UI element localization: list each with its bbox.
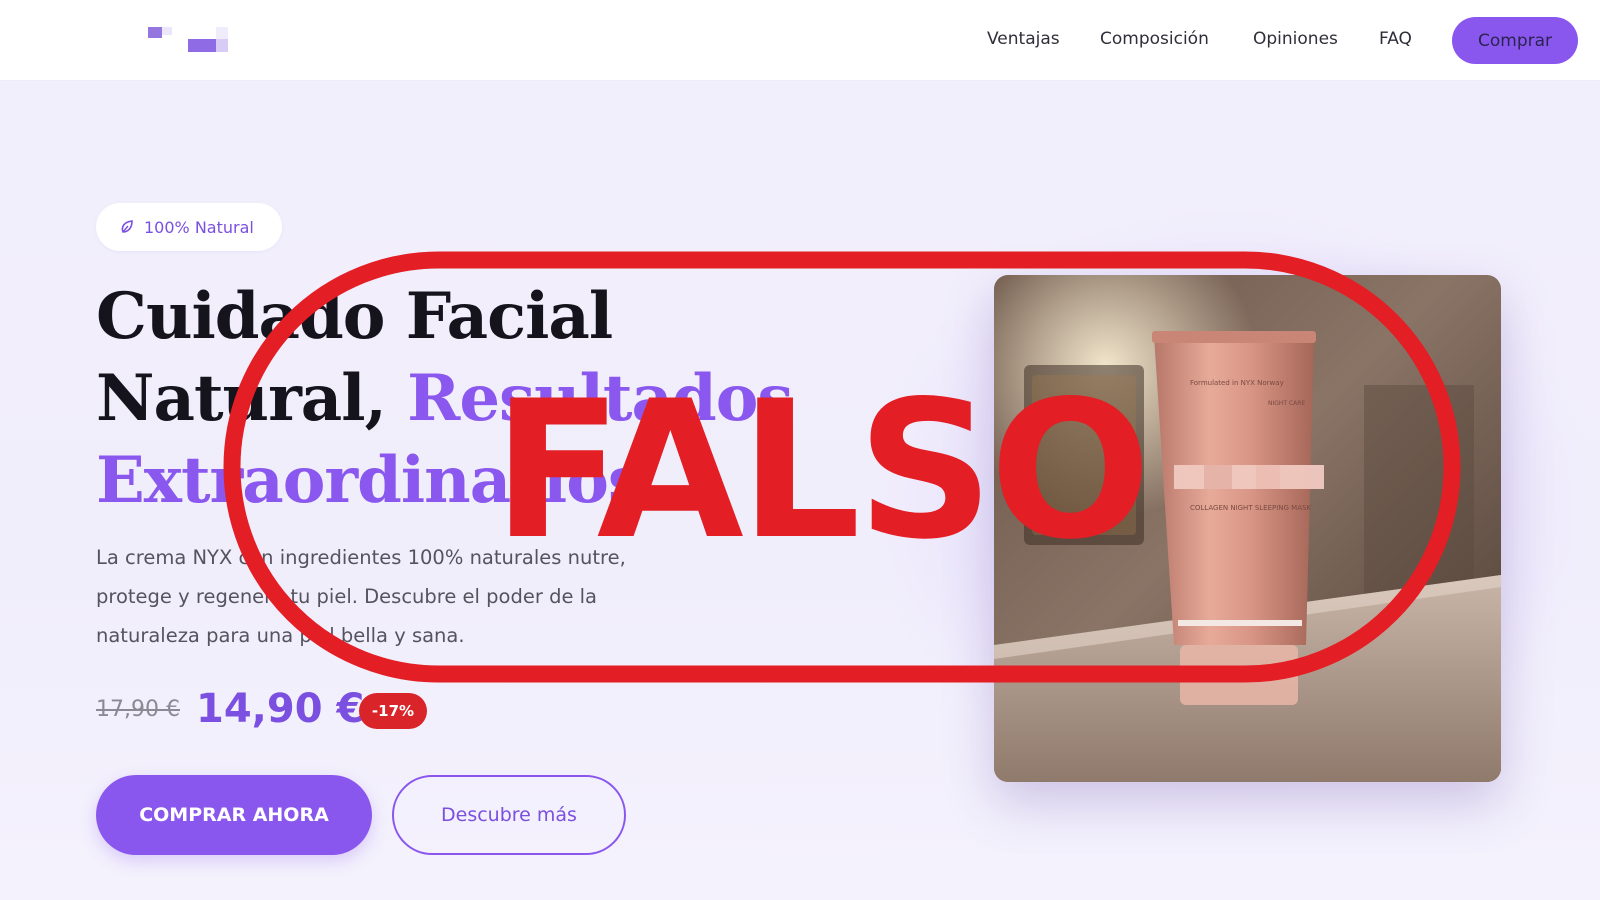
tube-name: COLLAGEN NIGHT SLEEPING MASK	[1190, 504, 1311, 512]
pixelated-logo-icon[interactable]	[140, 22, 240, 58]
current-price: 14,90 €	[196, 686, 365, 732]
product-image: Formulated in NYX Norway NIGHT CARE COLL…	[994, 275, 1501, 782]
tube-brand: NIGHT CARE	[1268, 400, 1305, 407]
nav-ventajas[interactable]: Ventajas	[987, 29, 1060, 49]
old-price: 17,90 €	[96, 697, 180, 722]
tube-text-top: Formulated in NYX Norway	[1190, 379, 1284, 387]
discount-badge: -17%	[359, 693, 427, 729]
site-header: Ventajas Composición Opiniones FAQ Compr…	[0, 0, 1600, 81]
nav-faq[interactable]: FAQ	[1379, 29, 1412, 49]
natural-badge: 100% Natural	[96, 203, 282, 251]
discover-more-button[interactable]: Descubre más	[392, 775, 626, 855]
leaf-icon	[121, 220, 133, 233]
badge-label: 100% Natural	[144, 217, 254, 237]
nav-composicion[interactable]: Composición	[1100, 29, 1209, 49]
buy-button[interactable]: Comprar	[1452, 17, 1578, 64]
title-line-1: Cuidado Facial	[96, 279, 613, 354]
buy-now-button[interactable]: COMPRAR AHORA	[96, 775, 372, 855]
title-line-3-accent: Extraordinarios	[96, 443, 644, 518]
nav-opiniones[interactable]: Opiniones	[1253, 29, 1338, 49]
product-tube-photo: Formulated in NYX Norway NIGHT CARE COLL…	[994, 275, 1501, 782]
hero-description: La crema NYX con ingredientes 100% natur…	[96, 546, 626, 647]
title-line-2-dark: Natural,	[96, 361, 408, 436]
title-line-2-accent: Resultados	[407, 361, 793, 436]
hero-title: Cuidado Facial Natural, Resultados Extra…	[96, 276, 816, 522]
